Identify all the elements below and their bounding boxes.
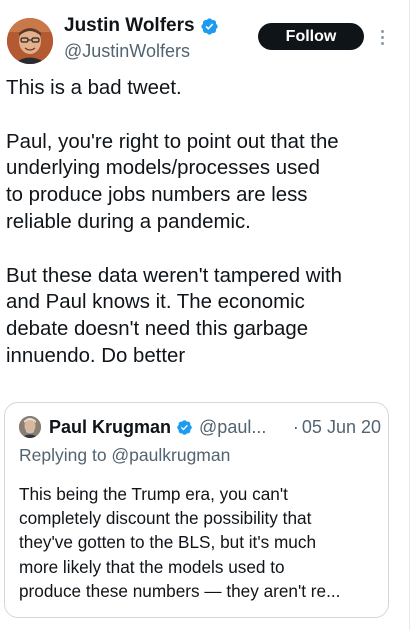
quoted-tweet-line: produce these numbers — they aren't re..… (19, 580, 341, 601)
author-handle[interactable]: @JustinWolfers (64, 40, 190, 62)
more-options-icon[interactable] (378, 25, 386, 49)
avatar-photo-icon (19, 416, 41, 438)
tweet-line: innuendo. Do better (6, 344, 186, 367)
quoted-author-avatar (19, 416, 41, 438)
quoted-tweet[interactable]: Paul Krugman @paul... · 05 Jun 20 Replyi… (4, 402, 389, 618)
tweet-line: underlying models/processes used (6, 157, 320, 180)
verified-badge-icon (200, 17, 218, 35)
quoted-tweet-text: This being the Trump era, you can't comp… (19, 482, 384, 603)
tweet-line: to produce jobs numbers are less (6, 184, 308, 207)
tweet-line: reliable during a pandemic. (6, 210, 251, 233)
quoted-tweet-header: Paul Krugman @paul... · 05 Jun 20 (19, 415, 381, 439)
tweet-text: This is a bad tweet. Paul, you're right … (6, 75, 404, 370)
follow-button[interactable]: Follow (258, 23, 364, 50)
quoted-author-name: Paul Krugman (49, 416, 172, 437)
quoted-tweet-date: 05 Jun 20 (301, 416, 381, 437)
quoted-tweet-line: they've gotten to the BLS, but it's much (19, 532, 317, 553)
tweet-line: debate doesn't need this garbage (6, 318, 309, 341)
quoted-tweet-line: This being the Trump era, you can't (19, 484, 288, 504)
separator-dot: · (292, 416, 299, 437)
author-name-row: Justin Wolfers (64, 15, 219, 37)
avatar-photo-icon (7, 18, 53, 64)
tweet-line: Paul, you're right to point out that the (6, 130, 339, 153)
quoted-author-handle: @paul... (199, 416, 267, 437)
tweet-card: Justin Wolfers @JustinWolfers Follow Thi… (0, 0, 410, 630)
quoted-tweet-line: more likely that the models used to (19, 556, 285, 577)
tweet-header: Justin Wolfers @JustinWolfers Follow (0, 0, 410, 72)
tweet-line: But these data weren't tampered with (6, 264, 342, 287)
author-display-name[interactable]: Justin Wolfers (64, 15, 195, 37)
tweet-line: and Paul knows it. The economic (6, 291, 305, 314)
tweet-line: This is a bad tweet. (6, 77, 182, 99)
replying-to: Replying to @paulkrugman (19, 445, 231, 465)
quoted-tweet-line: completely discount the possibility that (19, 508, 312, 529)
verified-badge-icon (177, 419, 192, 435)
author-avatar[interactable] (7, 18, 53, 64)
